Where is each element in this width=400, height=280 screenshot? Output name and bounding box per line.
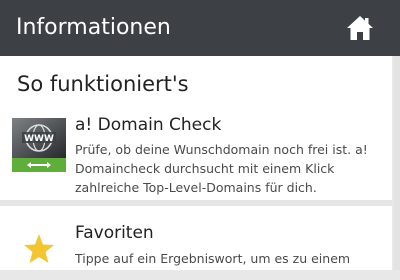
header-title: Informationen (16, 15, 171, 40)
home-button[interactable] (345, 13, 375, 43)
item-description: Prüfe, ob deine Wunschdomain noch frei i… (75, 142, 368, 195)
www-domain-check-icon: WWW (12, 118, 66, 172)
item-description: Tippe auf ein Ergebniswort, um es zu ein… (75, 251, 351, 266)
app-header: Informationen (0, 0, 400, 56)
scrollbar[interactable] (394, 56, 400, 270)
list-item-domain-check[interactable]: WWW a! Domain Check Prüfe, ob deine Wuns… (0, 104, 392, 195)
section-title: So funktioniert's (17, 72, 189, 96)
how-it-works-card: So funktioniert's WWW a! Domain Check Pr… (0, 56, 392, 200)
item-title: Favoriten (75, 223, 154, 243)
svg-text:WWW: WWW (24, 134, 54, 144)
list-item-favoriten[interactable]: Favoriten Tippe auf ein Ergebniswort, um… (0, 206, 392, 270)
star-icon (12, 222, 66, 276)
item-title: a! Domain Check (75, 115, 222, 135)
favorites-card: Favoriten Tippe auf ein Ergebniswort, um… (0, 206, 392, 270)
home-icon (347, 16, 373, 40)
